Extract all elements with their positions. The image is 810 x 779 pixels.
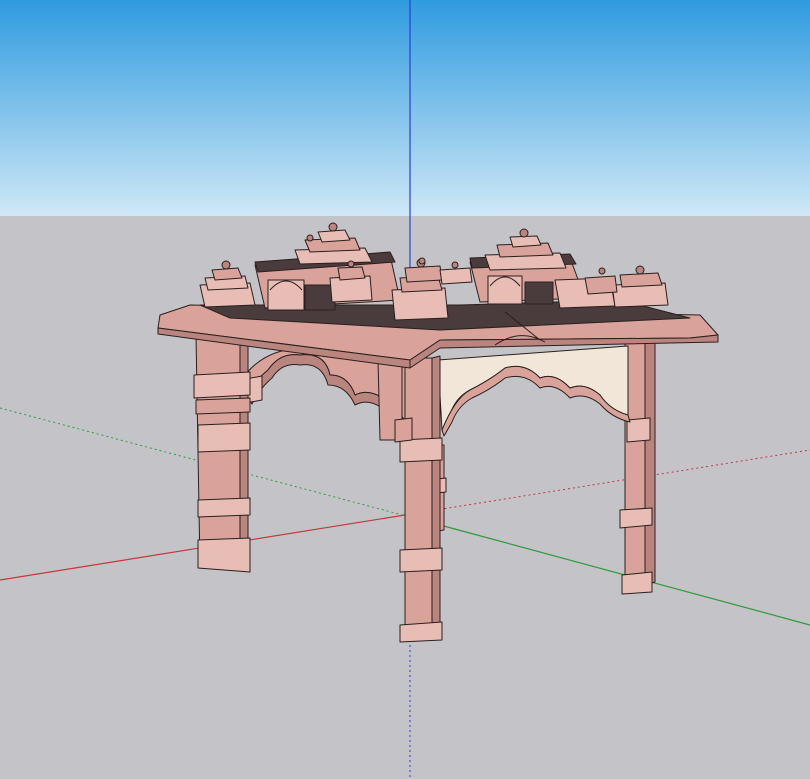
modeling-viewport[interactable] [0, 0, 810, 779]
sky [0, 0, 810, 216]
3d-scene[interactable] [0, 0, 810, 779]
column-front-left[interactable] [193, 332, 251, 573]
